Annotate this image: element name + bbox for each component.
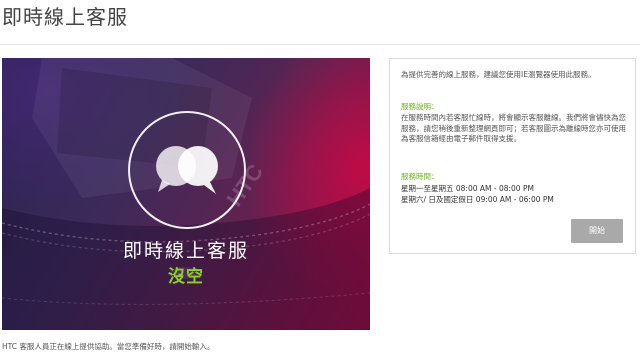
start-button[interactable]: 開始 [571,219,623,243]
browser-recommendation: 為提供完善的線上服務，建議您使用IE瀏覽器使用此服務。 [401,70,596,79]
service-hours: 星期一至星期五 08:00 AM - 08:00 PM 星期六/ 日及國定假日 … [401,183,629,205]
availability-status: 沒空 [168,267,204,287]
footer-note: HTC 客服人員正在線上提供協助。當您準備好時，請開始輸入。 [2,342,215,351]
hero-title: 即時線上客服 [122,240,249,262]
service-heading: 服務說明： [401,102,439,111]
hours-weekend: 星期六/ 日及國定假日 09:00 AM - 06:00 PM [401,195,554,204]
hours-heading: 服務時間： [401,172,439,181]
page-title: 即時線上客服 [2,5,128,29]
page: 即時線上客服 HTC 即時線上客服 沒空 為提供完善的線上服務，建議您使用IE瀏… [0,0,640,358]
service-info-card: 為提供完善的線上服務，建議您使用IE瀏覽器使用此服務。 服務說明： 在服務時間內… [389,58,636,254]
hours-weekday: 星期一至星期五 08:00 AM - 08:00 PM [401,184,534,193]
hero-banner: HTC 即時線上客服 沒空 [2,58,370,330]
service-description: 在服務時間內若客服忙線時，將會顯示客服離線。我們將會儘快為您服務，請您稍後重新整… [401,113,626,143]
title-divider [0,44,640,45]
chat-bubbles-icon [156,146,218,194]
